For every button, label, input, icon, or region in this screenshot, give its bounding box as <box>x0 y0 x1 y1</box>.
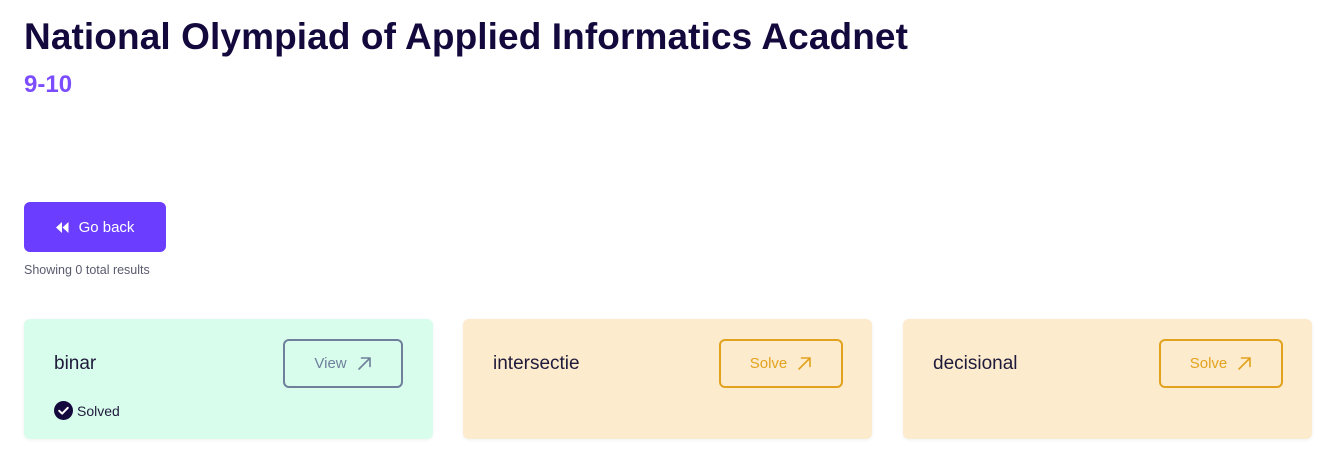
go-back-button[interactable]: Go back <box>24 202 166 252</box>
problem-card-binar: binar View Solved <box>24 319 433 439</box>
problem-card-intersectie: intersectie Solve <box>463 319 872 439</box>
problem-name: decisional <box>933 353 1018 374</box>
problem-card-decisional: decisional Solve <box>903 319 1312 439</box>
problem-name: binar <box>54 353 97 374</box>
solve-button[interactable]: Solve <box>719 339 843 388</box>
go-back-label: Go back <box>78 218 135 236</box>
solve-button-label: Solve <box>1189 355 1228 372</box>
results-count: Showing 0 total results <box>24 263 150 277</box>
view-button[interactable]: View <box>283 339 403 388</box>
arrow-up-right-icon <box>797 356 812 371</box>
view-button-label: View <box>314 355 347 372</box>
solved-status: Solved <box>54 401 120 420</box>
page-title: National Olympiad of Applied Informatics… <box>24 16 909 57</box>
arrow-up-right-icon <box>357 356 372 371</box>
arrow-up-right-icon <box>1237 356 1252 371</box>
rewind-icon <box>55 221 69 233</box>
grade-subtitle: 9-10 <box>24 71 73 98</box>
check-circle-icon <box>54 401 73 420</box>
problem-name: intersectie <box>493 353 580 374</box>
solve-button[interactable]: Solve <box>1159 339 1283 388</box>
solve-button-label: Solve <box>749 355 788 372</box>
solved-label: Solved <box>77 402 120 419</box>
